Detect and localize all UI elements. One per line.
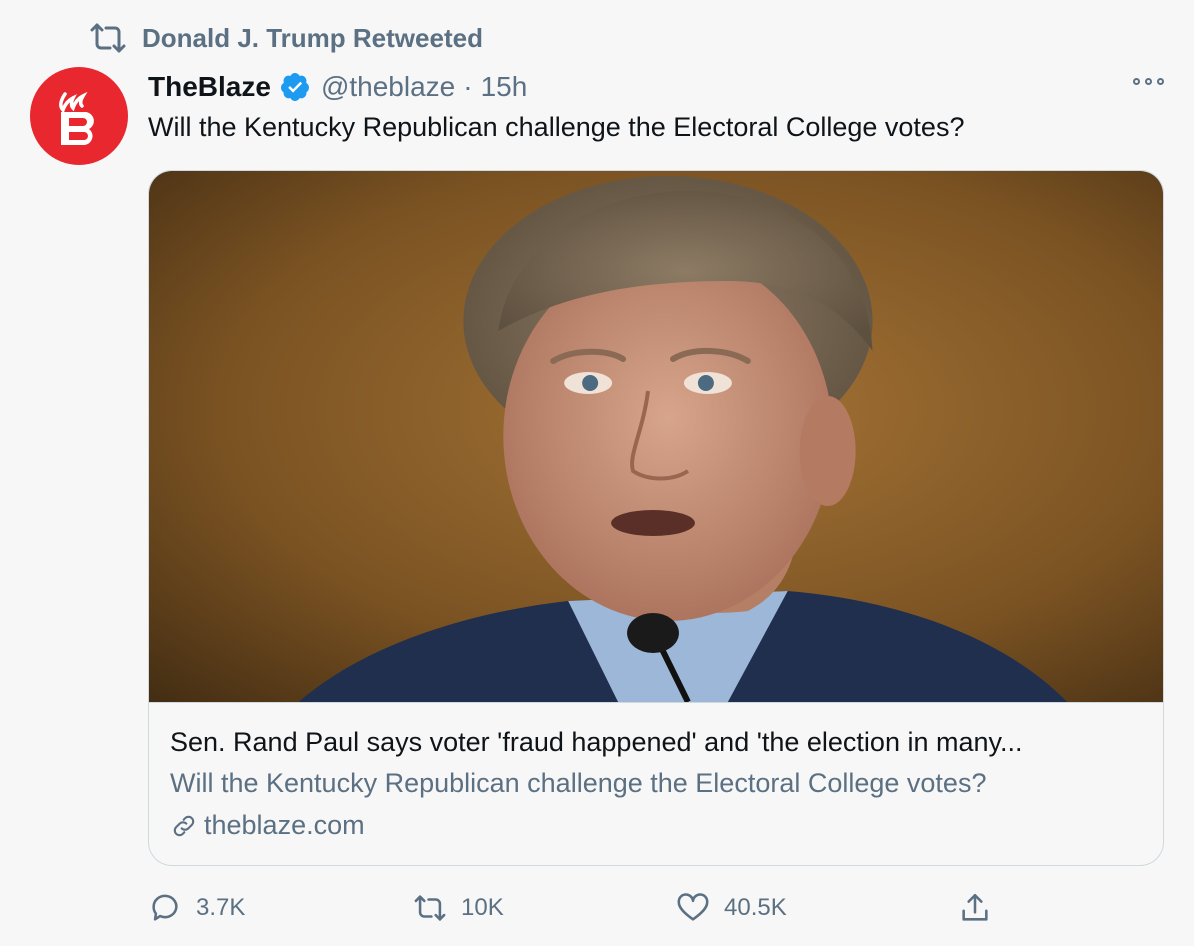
reply-icon bbox=[148, 891, 182, 925]
reply-button[interactable]: 3.7K bbox=[148, 888, 245, 928]
tweet-text: Will the Kentucky Republican challenge t… bbox=[148, 112, 965, 142]
reply-count: 3.7K bbox=[196, 894, 246, 921]
separator-dot: · bbox=[463, 71, 473, 102]
card-title: Sen. Rand Paul says voter 'fraud happene… bbox=[170, 727, 1023, 757]
theblaze-logo bbox=[59, 91, 94, 145]
card-domain-text: theblaze.com bbox=[204, 810, 365, 840]
retweet-banner-text: Donald J. Trump Retweeted bbox=[142, 22, 483, 53]
tweet-page: Donald J. Trump Retweeted TheBlaze @theb… bbox=[0, 0, 1194, 946]
retweet-action-icon bbox=[413, 891, 447, 925]
retweet-count: 10K bbox=[461, 894, 504, 921]
verified-badge-icon bbox=[279, 71, 311, 103]
retweet-button[interactable]: 10K bbox=[413, 888, 504, 928]
more-options-icon[interactable] bbox=[1133, 78, 1164, 85]
action-bar: 3.7K 10K 40.5K bbox=[148, 888, 1008, 928]
like-button[interactable]: 40.5K bbox=[676, 888, 787, 928]
display-name[interactable]: TheBlaze bbox=[148, 71, 271, 103]
article-photo[interactable] bbox=[149, 171, 1163, 703]
retweet-banner[interactable]: Donald J. Trump Retweeted bbox=[88, 22, 483, 54]
link-card[interactable]: Sen. Rand Paul says voter 'fraud happene… bbox=[148, 170, 1164, 866]
share-button[interactable] bbox=[958, 888, 992, 928]
avatar[interactable] bbox=[30, 67, 128, 165]
heart-icon bbox=[676, 891, 710, 925]
like-count: 40.5K bbox=[724, 894, 787, 921]
link-icon bbox=[170, 812, 198, 840]
card-domain: theblaze.com bbox=[170, 810, 365, 841]
card-description: Will the Kentucky Republican challenge t… bbox=[170, 768, 987, 798]
handle[interactable]: @theblaze bbox=[321, 71, 455, 103]
tweet-header: TheBlaze @theblaze · 15h bbox=[148, 66, 527, 108]
retweet-icon bbox=[88, 22, 128, 54]
timestamp[interactable]: 15h bbox=[481, 71, 528, 103]
share-icon bbox=[958, 891, 992, 925]
